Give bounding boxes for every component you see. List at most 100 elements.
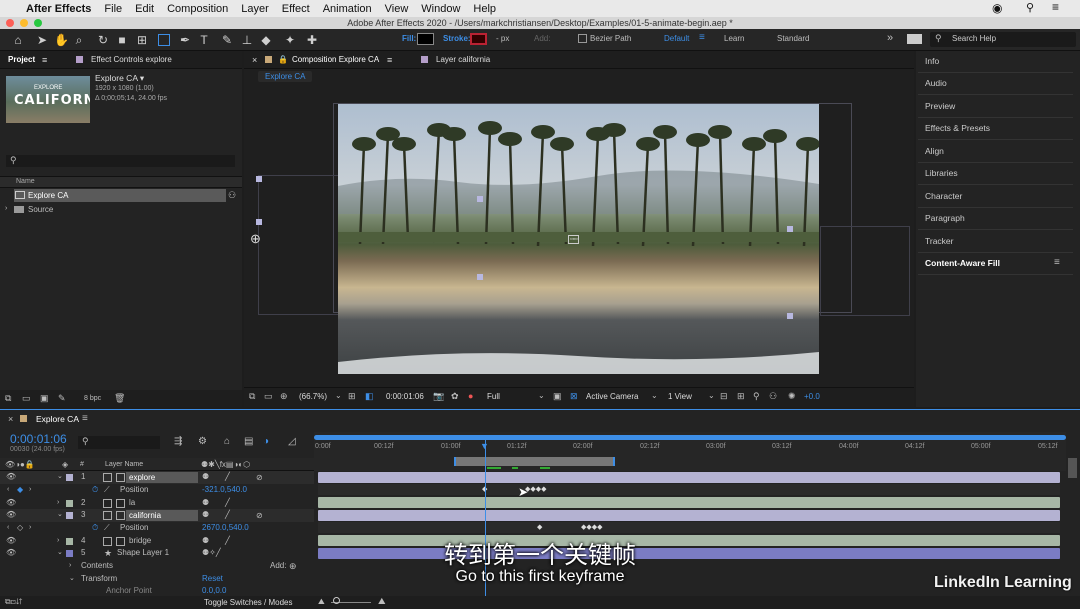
selection-tool-icon[interactable]: ➤	[35, 33, 49, 47]
shy-switch-icon[interactable]: ⚉	[202, 497, 209, 510]
menu-file[interactable]: File	[104, 3, 122, 15]
label-color-swatch[interactable]	[66, 512, 73, 519]
tab-effect-controls[interactable]: Effect Controls explore	[91, 51, 172, 69]
show-snapshot-icon[interactable]: ✿	[451, 391, 459, 402]
zoom-window-icon[interactable]	[34, 19, 42, 27]
parent-pick-whip-icon[interactable]: ⊘	[256, 472, 263, 485]
tab-timeline[interactable]: Explore CA	[36, 414, 79, 424]
bezier-checkbox[interactable]	[578, 34, 587, 43]
sync-icon[interactable]	[907, 34, 922, 44]
workspace-standard[interactable]: Standard	[777, 34, 809, 43]
pan-behind-icon[interactable]: ⊞	[135, 33, 149, 47]
project-bpc[interactable]: 8 bpc	[84, 395, 101, 402]
color-channel-icon[interactable]: ●	[468, 391, 473, 401]
pen-tool-icon[interactable]: ✒	[178, 33, 192, 47]
keyframe-prev-icon[interactable]: ‹	[7, 522, 9, 535]
expand-icon[interactable]: ⌄	[57, 471, 63, 484]
camera-snapshot-icon[interactable]: 📷	[433, 391, 444, 402]
add-keyframe-icon[interactable]: ◆	[17, 484, 23, 497]
tab-composition[interactable]: Composition Explore CA	[292, 51, 379, 69]
menu-list-icon[interactable]: ≡	[1052, 0, 1059, 14]
panel-align[interactable]: Align	[918, 141, 1073, 163]
comp-name[interactable]: Explore CA ▾	[95, 73, 144, 84]
handle-point[interactable]	[256, 176, 262, 182]
visibility-icon[interactable]: 👁	[6, 471, 16, 484]
close-timeline-icon[interactable]: ×	[8, 414, 13, 424]
close-window-icon[interactable]	[6, 19, 14, 27]
pixel-aspect-icon[interactable]: ⊟	[720, 391, 728, 402]
shy-switch-icon[interactable]: ⚉	[202, 509, 209, 522]
menu-window[interactable]: Window	[421, 3, 460, 15]
menu-composition[interactable]: Composition	[167, 3, 228, 15]
chevron-down-icon[interactable]: ⌄	[335, 391, 342, 400]
timeline-scrollbar[interactable]	[1068, 458, 1077, 478]
always-preview-icon[interactable]: ⧉	[249, 391, 255, 402]
camera-dropdown[interactable]: Active Camera	[586, 392, 638, 401]
project-search-input[interactable]: ⚲	[6, 155, 235, 167]
exposure-value[interactable]: +0.0	[804, 392, 820, 401]
shy-switch-icon[interactable]: ⚉	[202, 471, 209, 484]
shy-icon[interactable]: ⌂	[224, 436, 230, 447]
panel-content-aware-fill[interactable]: Content-Aware Fill	[918, 253, 1073, 275]
panel-paragraph[interactable]: Paragraph	[918, 208, 1073, 230]
menu-app[interactable]: After Effects	[26, 3, 91, 15]
property-value[interactable]: 2670.0,540.0	[202, 522, 249, 535]
graph-icon[interactable]: ⟋	[104, 484, 110, 497]
zoom-slider-thumb[interactable]	[333, 597, 340, 604]
menu-effect[interactable]: Effect	[282, 3, 310, 15]
timeline-footer-icons[interactable]: ⧉⊡⇵	[5, 597, 22, 607]
breadcrumb-comp[interactable]: Explore CA	[258, 71, 313, 82]
panel-preview[interactable]: Preview	[918, 96, 1073, 118]
minimize-window-icon[interactable]	[20, 19, 28, 27]
new-folder-icon[interactable]: ▭	[22, 393, 31, 404]
keyframe-next-icon[interactable]: ›	[29, 522, 31, 535]
frame-blending-icon[interactable]: ▤	[244, 436, 253, 447]
overflow-icon[interactable]: »	[887, 32, 893, 44]
panel-tracker[interactable]: Tracker	[918, 231, 1073, 253]
resolution-dropdown[interactable]: Full	[487, 392, 500, 401]
visibility-icon[interactable]: 👁	[6, 509, 16, 522]
rectangle-tool-icon[interactable]	[158, 34, 170, 46]
layer-name[interactable]: california	[126, 510, 198, 521]
expand-icon[interactable]: ⌄	[57, 509, 63, 522]
tab-project[interactable]: Project	[8, 51, 35, 69]
timeline-menu-icon[interactable]: ≡	[82, 413, 88, 424]
panel-effects-presets[interactable]: Effects & Presets	[918, 118, 1073, 140]
handle-point[interactable]	[787, 226, 793, 232]
flowchart-view-icon[interactable]: ⚇	[769, 391, 777, 402]
timeline-icon[interactable]: ⚲	[753, 391, 760, 402]
timeline-current-time[interactable]: 0:00:01:06	[10, 432, 67, 446]
trash-icon[interactable]: 🗑	[114, 393, 125, 404]
flowchart-icon[interactable]: ⚇	[228, 190, 236, 201]
timeline-search-input[interactable]: ⚲	[78, 436, 160, 449]
expand-icon[interactable]: ›	[57, 497, 59, 510]
motion-path-keyframes[interactable]: ▫▫▫	[568, 235, 580, 244]
mask-shape-icon[interactable]: ◧	[365, 391, 374, 402]
toggle-switches-modes[interactable]: Toggle Switches / Modes	[204, 598, 293, 607]
quality-switch-icon[interactable]: ╱	[225, 509, 230, 522]
adjust-project-icon[interactable]: ✎	[58, 393, 66, 404]
panel-character[interactable]: Character	[918, 186, 1073, 208]
graph-editor-icon[interactable]: ◿	[288, 436, 296, 447]
current-time-display[interactable]: 0:00:01:06	[386, 392, 424, 401]
add-keyframe-icon[interactable]: ◇	[17, 522, 23, 535]
motion-blur-icon[interactable]: ◑	[263, 436, 269, 447]
fill-swatch[interactable]	[417, 33, 434, 45]
layer-name-column[interactable]: Layer Name	[105, 461, 143, 468]
interpret-footage-icon[interactable]: ⧉	[5, 393, 11, 404]
handle-point[interactable]	[477, 196, 483, 202]
clone-stamp-icon[interactable]: ⊥	[240, 33, 254, 47]
zoom-tool-icon[interactable]: ⌕	[72, 33, 86, 47]
panel-info[interactable]: Info	[918, 51, 1073, 73]
type-tool-icon[interactable]: T	[197, 33, 211, 47]
exposure-reset-icon[interactable]: ✺	[788, 391, 796, 402]
layer-row-explore[interactable]: 👁 ⌄ 1 explore ⚉ ╱ ⊘	[0, 471, 314, 484]
draft-3d-icon[interactable]: ⚙	[198, 436, 207, 447]
layer-name[interactable]: la	[129, 497, 135, 510]
comp-flowchart-icon[interactable]: ⇶	[174, 436, 182, 447]
roto-brush-icon[interactable]: ✦	[283, 33, 297, 47]
stopwatch-icon[interactable]: ⏱	[92, 484, 98, 497]
anchor-point-icon[interactable]: ⊕	[250, 231, 261, 247]
puppet-pin-icon[interactable]: ✚	[305, 33, 319, 47]
zoom-in-icon[interactable]: ⛰	[378, 596, 386, 607]
